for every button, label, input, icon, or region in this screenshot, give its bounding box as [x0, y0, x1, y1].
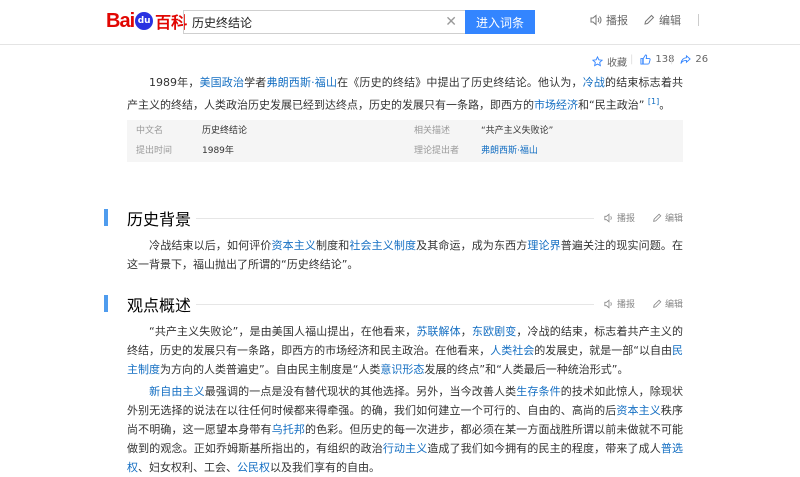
speaker-icon — [604, 212, 612, 223]
info-value: “共产主义失败论” — [481, 126, 554, 136]
link-ideology[interactable]: 意识形态 — [380, 363, 424, 376]
paragraph-text: 为方向的人类普遍史”。自由民主制度是“人类 — [160, 363, 381, 376]
like-button[interactable]: | 138 — [630, 54, 674, 65]
section-play-button[interactable]: 播报 — [604, 211, 635, 224]
paragraph-text: 最强调的一点是没有替代现状的其他选择。另外，当今改善人类 — [204, 385, 517, 398]
link-human-society[interactable]: 人类社会 — [490, 344, 534, 357]
share-count: 26 — [695, 54, 709, 65]
link-fukuyama[interactable]: 弗朗西斯·福山 — [266, 76, 337, 89]
star-icon — [592, 56, 603, 67]
toolbar-divider: | — [670, 54, 674, 65]
section-marker — [104, 209, 108, 226]
pencil-icon — [653, 213, 662, 222]
link-eastern-europe[interactable]: 东欧剧变 — [472, 325, 516, 338]
speaker-icon — [604, 298, 612, 309]
search-input[interactable] — [184, 11, 432, 33]
section-divider — [196, 218, 594, 219]
paragraph-text: 冷战结束以后，如何评价 — [149, 239, 272, 252]
info-key: 理论提出者 — [414, 146, 460, 156]
overview-paragraph-2: 新自由主义最强调的一点是没有替代现状的其他选择。另外，当今改善人类生存条件的技术… — [127, 382, 683, 477]
paragraph-text: 、妇女权利、工会、 — [138, 461, 237, 474]
collect-label: 收藏 — [607, 58, 627, 69]
pencil-icon — [653, 299, 662, 308]
link-capitalism[interactable]: 资本主义 — [616, 404, 661, 417]
clear-icon[interactable]: ✕ — [445, 14, 457, 30]
info-key: 提出时间 — [136, 146, 173, 156]
edit-label: 编辑 — [665, 214, 684, 224]
search-box: ✕ — [183, 10, 465, 34]
link-socialist-system[interactable]: 社会主义制度 — [349, 239, 416, 252]
info-value: 历史终结论 — [202, 126, 248, 136]
link-us-politics[interactable]: 美国政治 — [199, 76, 244, 89]
section-edit-button[interactable]: 编辑 — [652, 211, 683, 224]
paragraph-text: 造成了我们如今拥有的民主的程度，带来了成人 — [427, 442, 661, 455]
intro-text: 学者 — [244, 76, 267, 89]
intro-text: 和“民主政治” — [578, 98, 645, 112]
paragraph-text: 发展的终点”和“人类最后一种统治形式”。 — [424, 363, 629, 376]
basic-info-box: 中文名 历史终结论 提出时间 1989年 相关描述 “共产主义失败论” 理论提出… — [127, 120, 683, 162]
collect-button[interactable]: 收藏 — [592, 54, 627, 69]
link-market-economy[interactable]: 市场经济 — [534, 99, 578, 112]
share-icon — [680, 54, 692, 64]
link-soviet-collapse[interactable]: 苏联解体 — [416, 325, 460, 338]
section-edit-button[interactable]: 编辑 — [652, 297, 683, 310]
link-theory-circle[interactable]: 理论界 — [527, 239, 560, 252]
paw-icon: du — [135, 12, 154, 30]
section-title-overview: 观点概述 — [127, 296, 192, 315]
enter-entry-button[interactable]: 进入词条 — [465, 10, 535, 34]
background-paragraph: 冷战结束以后，如何评价资本主义制度和社会主义制度及其命运，成为东西方理论界普遍关… — [127, 236, 683, 274]
link-activism[interactable]: 行动主义 — [383, 442, 428, 455]
paragraph-text: “共产主义失败论”，是由美国人福山提出，在他看来， — [149, 325, 417, 338]
baidu-baike-logo[interactable]: Bai du 百科 — [106, 9, 187, 33]
thumbs-up-icon — [640, 54, 651, 65]
paragraph-text: 的发展史，就是一部“以自由 — [534, 344, 673, 357]
paragraph-text: 制度和 — [316, 239, 350, 252]
paragraph-text: 以及我们享有的自由。 — [270, 461, 380, 474]
intro-text: 1989年， — [149, 76, 200, 89]
overview-paragraph-1: “共产主义失败论”，是由美国人福山提出，在他看来，苏联解体，东欧剧变，冷战的结束… — [127, 322, 683, 379]
pencil-icon — [644, 14, 655, 25]
toolbar-divider: | — [630, 54, 634, 65]
edit-label: 编辑 — [659, 14, 681, 27]
intro-paragraph: 1989年，美国政治学者弗朗西斯·福山在《历史的终结》中提出了历史终结论。他认为… — [127, 73, 683, 115]
logo-text-bai: Bai — [106, 9, 135, 32]
paragraph-text: 及其命运，成为东西方 — [416, 239, 528, 252]
info-key: 中文名 — [136, 126, 164, 136]
link-neoliberalism[interactable]: 新自由主义 — [149, 385, 205, 398]
play-label: 播报 — [617, 300, 636, 310]
section-title-background: 历史背景 — [127, 210, 192, 229]
link-living-conditions[interactable]: 生存条件 — [516, 385, 561, 398]
section-marker — [104, 295, 108, 312]
play-button[interactable]: 播报 — [590, 12, 628, 28]
section-divider — [196, 304, 594, 305]
edit-label: 编辑 — [665, 300, 684, 310]
section-play-button[interactable]: 播报 — [604, 297, 635, 310]
top-header: Bai du 百科 ✕ 进入词条 播报 编辑 — [0, 0, 800, 45]
play-label: 播报 — [606, 14, 628, 27]
edit-button[interactable]: 编辑 — [643, 12, 681, 28]
link-cold-war[interactable]: 冷战 — [583, 76, 605, 89]
info-key: 相关描述 — [414, 126, 451, 136]
play-label: 播报 — [617, 214, 636, 224]
link-fukuyama[interactable]: 弗朗西斯·福山 — [481, 141, 538, 161]
reference-link[interactable]: [1] — [648, 97, 659, 106]
header-divider — [698, 14, 699, 26]
paragraph-text: ， — [460, 325, 472, 338]
link-utopia[interactable]: 乌托邦 — [272, 423, 305, 436]
intro-text: 在《历史的终结》中提出了历史终结论。他认为， — [337, 76, 583, 89]
intro-text: 。 — [659, 98, 671, 112]
info-value: 1989年 — [202, 146, 234, 156]
speaker-icon — [590, 14, 602, 26]
link-capitalism[interactable]: 资本主义 — [272, 239, 317, 252]
link-civil-rights[interactable]: 公民权 — [237, 461, 270, 474]
share-button[interactable]: | 26 — [670, 54, 708, 65]
